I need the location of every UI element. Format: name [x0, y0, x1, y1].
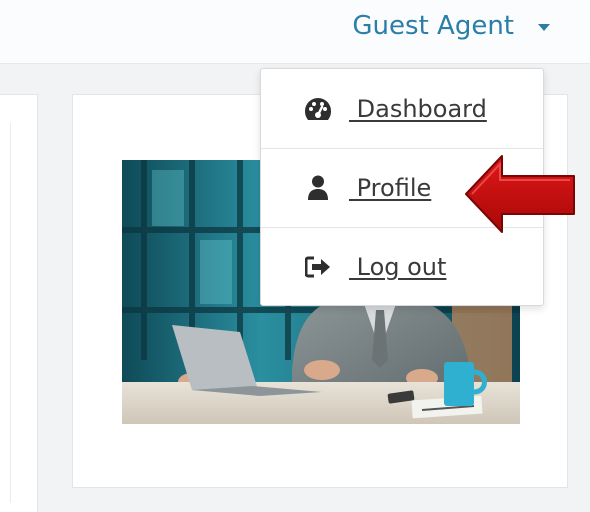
panel-divider — [10, 123, 11, 503]
user-menu-toggle[interactable]: Guest Agent — [352, 8, 550, 44]
menu-item-logout-label: Log out — [349, 253, 447, 281]
menu-item-dashboard[interactable]: Dashboard — [261, 69, 543, 148]
user-icon — [303, 173, 333, 203]
menu-item-profile-label: Profile — [349, 174, 432, 202]
menu-item-logout[interactable]: Log out — [261, 227, 543, 306]
user-name: Guest Agent — [352, 11, 514, 41]
top-navbar: Guest Agent — [0, 0, 590, 64]
menu-item-dashboard-label: Dashboard — [349, 94, 487, 123]
sign-out-icon — [303, 252, 333, 282]
caret-down-icon — [538, 23, 550, 31]
dashboard-gauge-icon — [303, 94, 333, 124]
red-pointer-arrow-icon — [465, 155, 575, 233]
left-content-panel — [0, 94, 38, 512]
